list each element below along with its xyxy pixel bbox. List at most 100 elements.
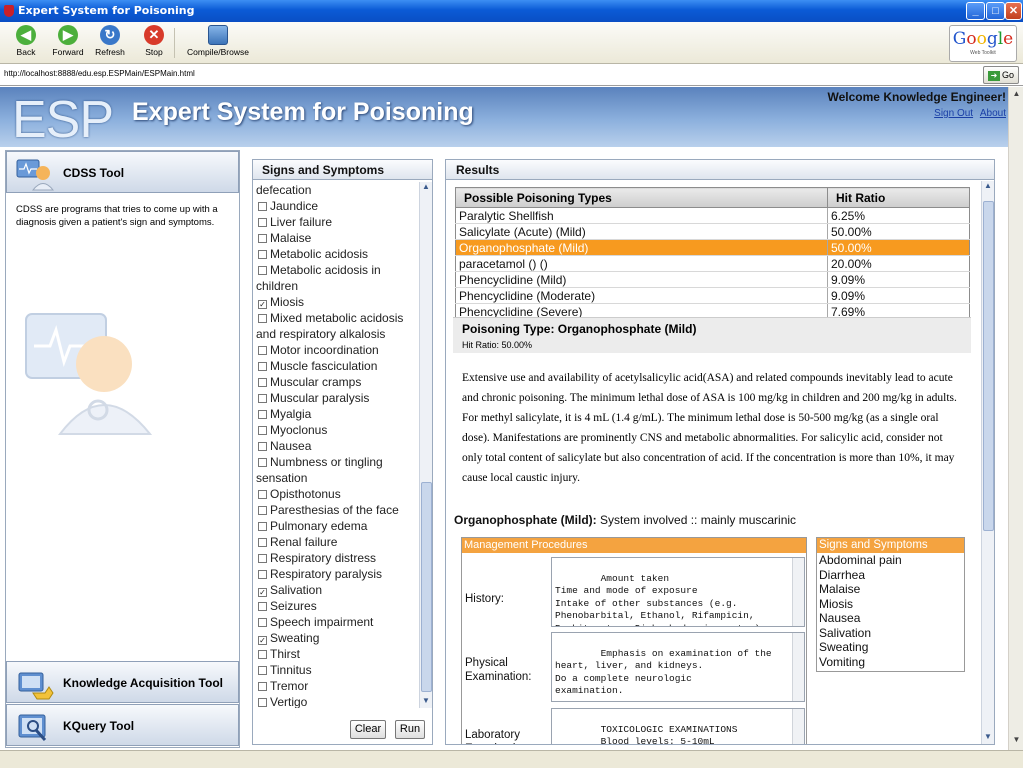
checkbox[interactable]: [258, 522, 267, 531]
sign-checkbox-item[interactable]: Mixed metabolic acidosis: [256, 310, 418, 326]
results-scroll-up-icon[interactable]: ▲: [982, 181, 994, 193]
sign-checkbox-item[interactable]: Renal failure: [256, 534, 418, 550]
poisoning-type-row[interactable]: Salicylate (Acute) (Mild) 50.00%: [455, 223, 970, 240]
sign-checkbox-item[interactable]: Muscular cramps: [256, 374, 418, 390]
sign-checkbox-item[interactable]: Myalgia: [256, 406, 418, 422]
history-textarea[interactable]: Amount taken Time and mode of exposure I…: [551, 557, 805, 627]
sign-checkbox-item[interactable]: Pulmonary edema: [256, 518, 418, 534]
maximize-button[interactable]: □: [986, 2, 1005, 20]
checkbox[interactable]: [258, 314, 267, 323]
url-field[interactable]: http://localhost:8888/edu.esp.ESPMain/ES…: [4, 69, 195, 78]
kquery-tool-header[interactable]: KQuery Tool: [6, 704, 239, 746]
results-scroll-thumb[interactable]: [983, 201, 994, 531]
physical-scrollbar[interactable]: [792, 633, 804, 701]
sign-out-link[interactable]: Sign Out: [934, 108, 973, 119]
back-button[interactable]: ◀ Back: [6, 25, 46, 61]
sign-checkbox-item[interactable]: Myoclonus: [256, 422, 418, 438]
sign-checkbox-item[interactable]: Muscle fasciculation: [256, 358, 418, 374]
sign-checkbox-item[interactable]: ✓ Miosis: [256, 294, 418, 310]
sign-checkbox-item[interactable]: Respiratory distress: [256, 550, 418, 566]
checkbox[interactable]: [258, 394, 267, 403]
checkbox[interactable]: [258, 666, 267, 675]
sign-checkbox-item[interactable]: Respiratory paralysis: [256, 566, 418, 582]
column-header-hit-ratio[interactable]: Hit Ratio: [827, 187, 970, 208]
checkbox[interactable]: [258, 346, 267, 355]
result-sign-item[interactable]: Malaise: [817, 582, 964, 597]
compile-browse-button[interactable]: Compile/Browse: [183, 25, 253, 61]
go-button[interactable]: ➜ Go: [983, 66, 1019, 84]
sign-checkbox-item[interactable]: Speech impairment: [256, 614, 418, 630]
scroll-up-icon[interactable]: ▲: [420, 182, 432, 194]
sign-checkbox-item[interactable]: ✓ Sweating: [256, 630, 418, 646]
sign-checkbox-item[interactable]: Malaise: [256, 230, 418, 246]
checkbox[interactable]: [258, 266, 267, 275]
checkbox[interactable]: [258, 682, 267, 691]
poisoning-type-row[interactable]: Organophosphate (Mild) 50.00%: [455, 239, 970, 256]
results-scrollbar[interactable]: ▲ ▼: [981, 181, 994, 744]
checkbox-checked[interactable]: ✓: [258, 300, 267, 309]
sign-checkbox-item[interactable]: Muscular paralysis: [256, 390, 418, 406]
results-scroll-down-icon[interactable]: ▼: [982, 732, 994, 744]
checkbox[interactable]: [258, 426, 267, 435]
signs-scroll-thumb[interactable]: [421, 482, 432, 692]
sign-checkbox-item[interactable]: Metabolic acidosis in: [256, 262, 418, 278]
poisoning-type-row[interactable]: Phencyclidine (Mild) 9.09%: [455, 271, 970, 288]
page-scrollbar[interactable]: ▲ ▼: [1008, 87, 1023, 750]
sign-checkbox-item[interactable]: ✓ Salivation: [256, 582, 418, 598]
poisoning-type-row[interactable]: Paralytic Shellfish 6.25%: [455, 207, 970, 224]
checkbox[interactable]: [258, 618, 267, 627]
checkbox[interactable]: [258, 378, 267, 387]
scroll-down-icon[interactable]: ▼: [420, 696, 432, 708]
sign-checkbox-item[interactable]: Seizures: [256, 598, 418, 614]
checkbox[interactable]: [258, 458, 267, 467]
sign-checkbox-item[interactable]: Motor incoordination: [256, 342, 418, 358]
checkbox[interactable]: [258, 698, 267, 707]
sign-checkbox-item[interactable]: Paresthesias of the face: [256, 502, 418, 518]
knowledge-acquisition-tool-header[interactable]: Knowledge Acquisition Tool: [6, 661, 239, 703]
checkbox[interactable]: [258, 234, 267, 243]
checkbox[interactable]: [258, 202, 267, 211]
sign-checkbox-item[interactable]: Vertigo: [256, 694, 418, 708]
cdss-tool-header[interactable]: CDSS Tool: [6, 151, 239, 193]
run-button[interactable]: Run: [395, 720, 425, 739]
stop-button[interactable]: ✕ Stop: [134, 25, 174, 61]
about-link[interactable]: About: [980, 108, 1006, 119]
sign-checkbox-item[interactable]: Tinnitus: [256, 662, 418, 678]
signs-scrollbar[interactable]: ▲ ▼: [419, 182, 432, 708]
checkbox-checked[interactable]: ✓: [258, 588, 267, 597]
result-sign-item[interactable]: Sweating: [817, 640, 964, 655]
sign-checkbox-item[interactable]: Liver failure: [256, 214, 418, 230]
checkbox[interactable]: [258, 538, 267, 547]
sign-checkbox-item[interactable]: Numbness or tingling: [256, 454, 418, 470]
sign-checkbox-item[interactable]: Metabolic acidosis: [256, 246, 418, 262]
checkbox[interactable]: [258, 602, 267, 611]
checkbox[interactable]: [258, 554, 267, 563]
poisoning-type-row[interactable]: Phencyclidine (Moderate) 9.09%: [455, 287, 970, 304]
history-scrollbar[interactable]: [792, 558, 804, 626]
result-sign-item[interactable]: Vomiting: [817, 655, 964, 670]
sign-checkbox-item[interactable]: Nausea: [256, 438, 418, 454]
checkbox[interactable]: [258, 410, 267, 419]
result-sign-item[interactable]: Miosis: [817, 597, 964, 612]
checkbox-checked[interactable]: ✓: [258, 636, 267, 645]
close-button[interactable]: ✕: [1005, 2, 1022, 20]
result-sign-item[interactable]: Abdominal pain: [817, 553, 964, 568]
poisoning-type-row[interactable]: paracetamol () () 20.00%: [455, 255, 970, 272]
sign-checkbox-item[interactable]: Thirst: [256, 646, 418, 662]
clear-button[interactable]: Clear: [350, 720, 386, 739]
checkbox[interactable]: [258, 218, 267, 227]
column-header-type[interactable]: Possible Poisoning Types: [455, 187, 828, 208]
sign-checkbox-item[interactable]: Opisthotonus: [256, 486, 418, 502]
laboratory-textarea[interactable]: TOXICOLOGIC EXAMINATIONS Blood levels: 5…: [551, 708, 805, 744]
checkbox[interactable]: [258, 362, 267, 371]
result-sign-item[interactable]: Diarrhea: [817, 568, 964, 583]
checkbox[interactable]: [258, 490, 267, 499]
minimize-button[interactable]: _: [966, 2, 985, 20]
physical-examination-textarea[interactable]: Emphasis on examination of the heart, li…: [551, 632, 805, 702]
laboratory-scrollbar[interactable]: [792, 709, 804, 744]
forward-button[interactable]: ▶ Forward: [48, 25, 88, 61]
refresh-button[interactable]: ↻ Refresh: [90, 25, 130, 61]
checkbox[interactable]: [258, 506, 267, 515]
page-scroll-up-icon[interactable]: ▲: [1010, 89, 1023, 102]
checkbox[interactable]: [258, 570, 267, 579]
